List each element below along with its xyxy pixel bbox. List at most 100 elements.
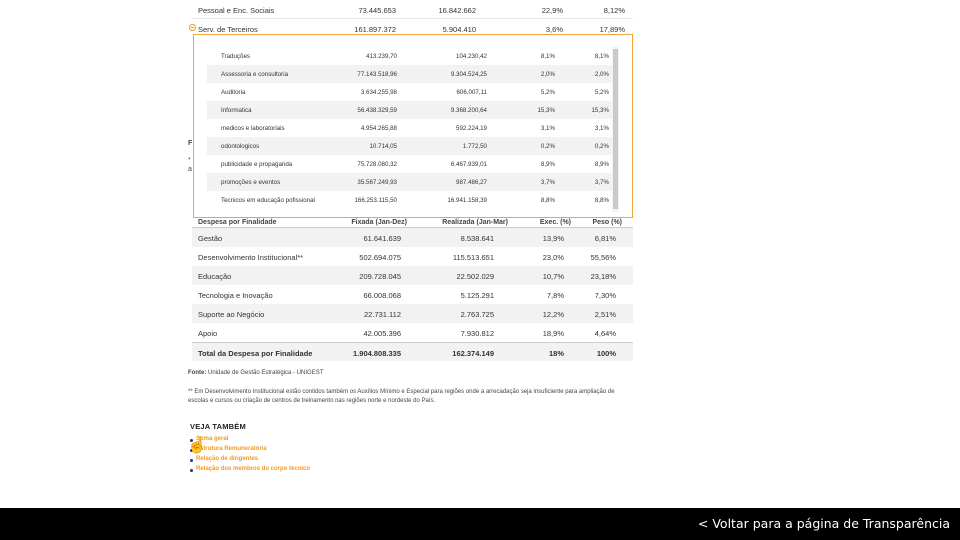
row-peso: 7,30%: [594, 291, 616, 300]
list-item: medicos e laboratoriais 4.954.265,88 592…: [207, 119, 619, 137]
row-exec: 7,8%: [546, 291, 564, 300]
item-exec: 8,1%: [540, 53, 555, 60]
table-row: Gestão 61.641.639 8.538.641 13,9% 6,81%: [192, 228, 633, 247]
collapse-icon[interactable]: [189, 24, 196, 31]
bottom-bar: < Voltar para a página de Transparência: [0, 508, 960, 540]
table-row: Pessoal e Enc. Sociais 73.445.653 16.842…: [192, 0, 633, 19]
item-realizada: 592.224,19: [456, 125, 487, 132]
see-also-title: VEJA TAMBÉM: [190, 422, 246, 431]
detail-popup: Traduções 413.239,70 104.230,42 8,1% 8,1…: [193, 34, 633, 218]
item-exec: 8,9%: [540, 161, 555, 168]
item-name: Assessoria e consultoria: [221, 71, 289, 78]
item-fixada: 166.253.115,50: [354, 197, 397, 204]
row-realizada: 5.904.410: [442, 25, 476, 34]
item-realizada: 1.772,50: [462, 143, 487, 150]
list-item: publicidade e propaganda 75.728.080,32 6…: [207, 155, 619, 173]
row-peso: 55,56%: [590, 253, 616, 262]
list-item: Assessoria e consultoria 77.143.518,96 9…: [207, 65, 619, 83]
item-peso: 8,1%: [594, 53, 609, 60]
list-item: odontologicos 10.714,05 1.772,50 0,2% 0,…: [207, 137, 619, 155]
item-peso: 3,7%: [594, 179, 609, 186]
item-name: Tecnicos em educação pofissional: [221, 197, 315, 204]
row-realizada: 22.502.029: [456, 272, 494, 281]
see-also-link-dirigentes[interactable]: Relação de dirigentes: [190, 456, 310, 466]
popup-scrollbar[interactable]: [612, 47, 619, 212]
row-realizada: 8.538.641: [460, 234, 494, 243]
popup-scrollbar-thumb[interactable]: [613, 49, 618, 209]
item-realizada: 9.304.524,25: [450, 71, 487, 78]
item-exec: 0,2%: [540, 143, 555, 150]
row-exec: 12,2%: [542, 310, 564, 319]
row-fixada: 61.641.639: [363, 234, 401, 243]
detail-popup-list[interactable]: Traduções 413.239,70 104.230,42 8,1% 8,1…: [207, 47, 619, 212]
list-item: Tecnicos em educação pofissional 166.253…: [207, 191, 619, 209]
table-row: Desenvolvimento Institucional** 502.694.…: [192, 247, 633, 266]
row-peso: 4,64%: [594, 329, 616, 338]
header-fixada: Fixada (Jan-Dez): [351, 219, 407, 226]
item-peso: 2,0%: [594, 71, 609, 78]
page: Pessoal e Enc. Sociais 73.445.653 16.842…: [0, 0, 960, 540]
item-fixada: 10.714,05: [369, 143, 397, 150]
natureza-table: Pessoal e Enc. Sociais 73.445.653 16.842…: [189, 0, 633, 38]
row-exec: 23,0%: [542, 253, 564, 262]
item-realizada: 606.007,11: [456, 89, 487, 96]
finalidade-table: Despesa por Finalidade Fixada (Jan-Dez) …: [192, 218, 633, 361]
back-to-transparency-link[interactable]: < Voltar para a página de Transparência: [698, 516, 950, 531]
row-name: Gestão: [198, 234, 223, 243]
row-realizada: 115.513.651: [452, 253, 494, 262]
fragment-text: F: [188, 140, 193, 147]
item-fixada: 413.239,70: [366, 53, 397, 60]
see-also-link-corpo-tecnico[interactable]: Relação dos membros do corpo técnico: [190, 466, 310, 476]
table-total-row: Total da Despesa por Finalidade 1.904.80…: [192, 342, 633, 361]
fragment-text: a: [188, 166, 192, 173]
item-peso: 8,9%: [594, 161, 609, 168]
table-row: Tecnologia e Inovação 66.008.068 5.125.2…: [192, 285, 633, 304]
item-exec: 3,7%: [540, 179, 555, 186]
item-fixada: 77.143.518,96: [357, 71, 397, 78]
row-realizada: 2.763.725: [460, 310, 494, 319]
table-row: Apoio 42.005.396 7.930.812 18,9% 4,64%: [192, 323, 633, 342]
row-fixada: 209.728.045: [359, 272, 401, 281]
row-peso: 6,81%: [594, 234, 616, 243]
item-peso: 5,2%: [594, 89, 609, 96]
see-also-link-estrutura[interactable]: Estrutura Remuneratória: [190, 446, 310, 456]
row-exec: 13,9%: [542, 234, 564, 243]
source-note: Fonte: Unidade de Gestão Estratégica - U…: [188, 370, 323, 376]
item-name: promoções e eventos: [221, 179, 281, 186]
item-name: publicidade e propaganda: [221, 161, 293, 168]
item-realizada: 16.941.158,39: [447, 197, 487, 204]
item-peso: 15,3%: [591, 107, 609, 114]
item-fixada: 56.438.329,59: [357, 107, 397, 114]
item-fixada: 75.728.080,32: [357, 161, 397, 168]
see-also-link-soma-geral[interactable]: Soma geral: [190, 436, 310, 446]
row-fixada: 502.694.075: [359, 253, 401, 262]
item-realizada: 6.467.939,01: [450, 161, 487, 168]
item-exec: 2,0%: [540, 71, 555, 78]
row-peso: 23,18%: [590, 272, 616, 281]
header-exec: Exec. (%): [539, 219, 571, 226]
list-item: Informatica 56.438.329,59 9.368.200,64 1…: [207, 101, 619, 119]
footnote: ** Em Desenvolvimento Institucional estã…: [188, 389, 615, 404]
row-realizada: 5.125.291: [460, 291, 494, 300]
list-item: Auditoria 3.634.255,98 606.007,11 5,2% 5…: [207, 83, 619, 101]
item-realizada: 987.486,27: [456, 179, 487, 186]
total-fixada: 1.904.808.335: [353, 349, 401, 358]
row-realizada: 7.930.812: [460, 329, 494, 338]
source-text: Unidade de Gestão Estratégica - UNIGEST: [206, 370, 324, 376]
row-name: Educação: [198, 272, 232, 281]
item-fixada: 35.567.249,93: [357, 179, 397, 186]
row-fixada: 42.005.396: [363, 329, 401, 338]
item-exec: 3,1%: [540, 125, 555, 132]
header-peso: Peso (%): [592, 219, 622, 226]
table-row: Suporte ao Negócio 22.731.112 2.763.725 …: [192, 304, 633, 323]
table-row: Educação 209.728.045 22.502.029 10,7% 23…: [192, 266, 633, 285]
row-fixada: 66.008.068: [363, 291, 401, 300]
row-name: Suporte ao Negócio: [198, 310, 265, 319]
row-realizada: 16.842.662: [438, 6, 476, 15]
row-exec: 22,9%: [541, 6, 563, 15]
row-name: Serv. de Terceiros: [198, 25, 258, 34]
row-fixada: 161.897.372: [354, 25, 396, 34]
item-name: odontologicos: [221, 143, 260, 150]
row-exec: 3,6%: [545, 25, 563, 34]
row-name: Desenvolvimento Institucional**: [198, 253, 304, 262]
